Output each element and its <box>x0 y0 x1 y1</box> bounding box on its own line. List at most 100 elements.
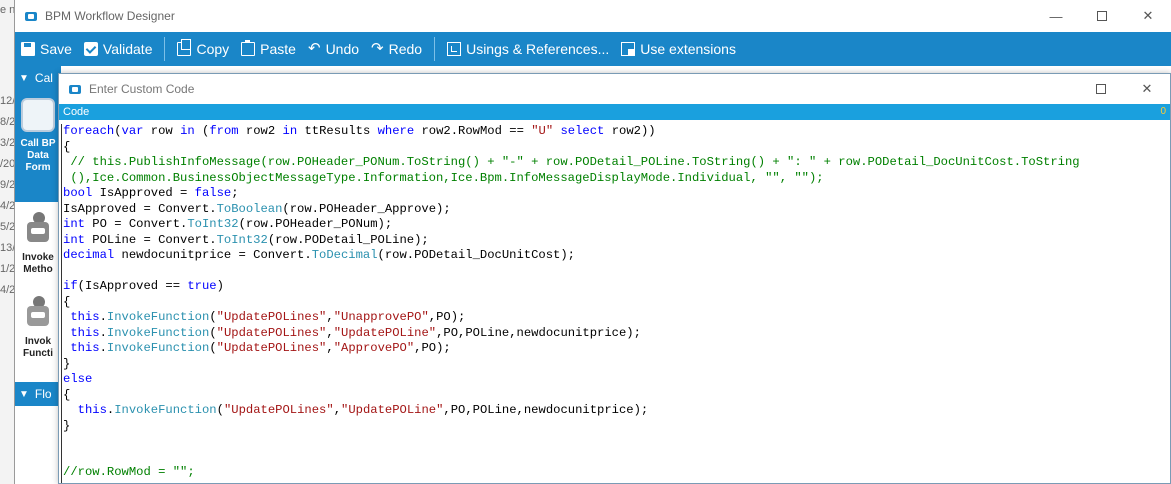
code-line[interactable]: { <box>63 295 1170 311</box>
code-line[interactable]: this.InvokeFunction("UpdatePOLines","Una… <box>63 310 1170 326</box>
custom-code-dialog: Enter Custom Code ✕ Code 0 foreach(var r… <box>58 73 1171 484</box>
code-token: (row.POHeader_PONum); <box>238 217 393 231</box>
code-line[interactable]: bool IsApproved = false; <box>63 186 1170 202</box>
paste-label: Paste <box>260 41 296 57</box>
code-token: row2.RowMod == <box>414 124 532 138</box>
form-icon <box>21 98 55 132</box>
code-token: ( <box>209 310 217 324</box>
code-token: POLine = Convert. <box>84 232 217 247</box>
code-token: ,PO); <box>414 341 451 355</box>
tool-invoke-method[interactable]: Invoke Metho <box>15 202 61 276</box>
maximize-button[interactable] <box>1079 0 1125 32</box>
code-token: ; <box>231 186 239 200</box>
toolbox-section-header[interactable]: ▼ Flo <box>15 382 61 406</box>
code-token: (row.PODetail_DocUnitCost); <box>377 248 575 262</box>
code-token: . <box>99 341 107 355</box>
bg-text: 4/2 <box>0 200 16 212</box>
code-line[interactable]: decimal newdocunitprice = Convert.ToDeci… <box>63 248 1170 264</box>
tool-label: Functi <box>23 348 53 359</box>
copy-button[interactable]: Copy <box>177 39 230 57</box>
code-line[interactable]: int POLine = Convert.ToInt32(row.PODetai… <box>63 233 1170 249</box>
redo-button[interactable]: ↷ Redo <box>371 41 422 57</box>
undo-label: Undo <box>325 41 360 57</box>
section-label: Flo <box>34 387 52 401</box>
code-line[interactable]: //row.RowMod = ""; <box>63 465 1170 481</box>
code-token: this <box>70 325 100 340</box>
code-token: , <box>333 403 342 417</box>
dialog-close-button[interactable]: ✕ <box>1124 74 1170 105</box>
code-line[interactable] <box>63 434 1170 450</box>
paste-button[interactable]: Paste <box>241 40 296 57</box>
code-line[interactable]: this.InvokeFunction("UpdatePOLines","App… <box>63 341 1170 357</box>
code-line[interactable]: this.InvokeFunction("UpdatePOLines","Upd… <box>63 326 1170 342</box>
code-line[interactable]: if(IsApproved == true) <box>63 279 1170 295</box>
use-extensions-button[interactable]: Use extensions <box>621 41 736 57</box>
code-tab[interactable]: Code 0 <box>59 104 1170 120</box>
code-token: ToInt32 <box>216 232 268 247</box>
tool-label: Form <box>25 162 51 173</box>
code-line[interactable]: // this.PublishInfoMessage(row.POHeader_… <box>63 155 1170 171</box>
validate-button[interactable]: Validate <box>83 41 152 57</box>
section-label: Cal <box>34 71 53 85</box>
code-token: row2)) <box>604 124 656 138</box>
code-line[interactable]: { <box>63 388 1170 404</box>
code-line[interactable]: (),Ice.Common.BusinessObjectMessageType.… <box>63 171 1170 187</box>
bg-text: 13/ <box>0 242 16 254</box>
copy-label: Copy <box>196 41 230 57</box>
code-token: this <box>70 310 100 324</box>
undo-button[interactable]: ↶ Undo <box>308 41 359 57</box>
code-token: . <box>99 325 107 340</box>
code-token: ) <box>216 279 224 293</box>
code-line[interactable]: { <box>63 140 1170 156</box>
code-line[interactable]: IsApproved = Convert.ToBoolean(row.POHea… <box>63 202 1170 218</box>
code-token: "UpdatePOLine" <box>341 403 444 417</box>
window-title: BPM Workflow Designer <box>45 9 175 23</box>
code-token: select <box>560 124 605 138</box>
tool-label: Call BP <box>20 138 56 149</box>
code-token: . <box>99 310 107 324</box>
usings-references-button[interactable]: Usings & References... <box>447 41 609 57</box>
dialog-maximize-button[interactable] <box>1078 74 1124 105</box>
code-line[interactable] <box>63 450 1170 466</box>
window-titlebar[interactable]: BPM Workflow Designer — ✕ <box>15 0 1171 32</box>
code-token: , <box>326 341 334 355</box>
code-token: newdocunitprice = Convert. <box>114 248 312 262</box>
code-line[interactable]: else <box>63 372 1170 388</box>
save-label: Save <box>40 41 72 57</box>
tool-invoke-function[interactable]: Invok Functi <box>15 276 61 360</box>
code-token: row2 <box>238 124 283 138</box>
code-token: row <box>143 124 181 138</box>
code-line[interactable]: int PO = Convert.ToInt32(row.POHeader_PO… <box>63 217 1170 233</box>
code-token: int <box>63 217 85 231</box>
code-token: this <box>77 403 107 417</box>
dialog-titlebar[interactable]: Enter Custom Code ✕ <box>59 74 1170 104</box>
method-icon <box>21 212 55 246</box>
toolbox-section-header[interactable]: ▼ Cal <box>15 66 61 90</box>
code-token: foreach <box>63 124 115 138</box>
code-editor[interactable]: foreach(var row in (from row2 in ttResul… <box>61 124 1170 483</box>
code-line[interactable]: } <box>63 419 1170 435</box>
code-token: "UnapprovePO" <box>333 310 429 324</box>
toolbox-panel: ▼ Cal Call BP Data Form Invoke Metho Inv… <box>15 66 61 484</box>
code-line[interactable]: this.InvokeFunction("UpdatePOLines","Upd… <box>63 403 1170 419</box>
tool-call-bpm-data-form[interactable]: Call BP Data Form <box>15 90 61 202</box>
code-token: bool <box>63 186 93 200</box>
code-line[interactable]: foreach(var row in (from row2 in ttResul… <box>63 124 1170 140</box>
save-button[interactable]: Save <box>21 41 72 57</box>
code-token: in <box>282 124 298 138</box>
minimize-button[interactable]: — <box>1033 0 1079 32</box>
tool-label: Invoke <box>22 252 54 263</box>
tool-label: Data <box>27 150 49 161</box>
code-line[interactable] <box>63 264 1170 280</box>
code-token: // this.PublishInfoMessage(row.POHeader_… <box>63 155 1080 169</box>
close-button[interactable]: ✕ <box>1125 0 1171 32</box>
extensions-icon <box>621 42 636 56</box>
dialog-app-icon <box>69 84 81 94</box>
code-line[interactable]: } <box>63 357 1170 373</box>
code-token: "U" <box>531 124 554 138</box>
dialog-title: Enter Custom Code <box>89 82 195 96</box>
chevron-down-icon: ▼ <box>19 388 29 400</box>
code-token: (row.PODetail_POLine); <box>267 232 429 247</box>
code-token: ( <box>194 124 210 138</box>
tool-label: Invok <box>24 336 52 347</box>
